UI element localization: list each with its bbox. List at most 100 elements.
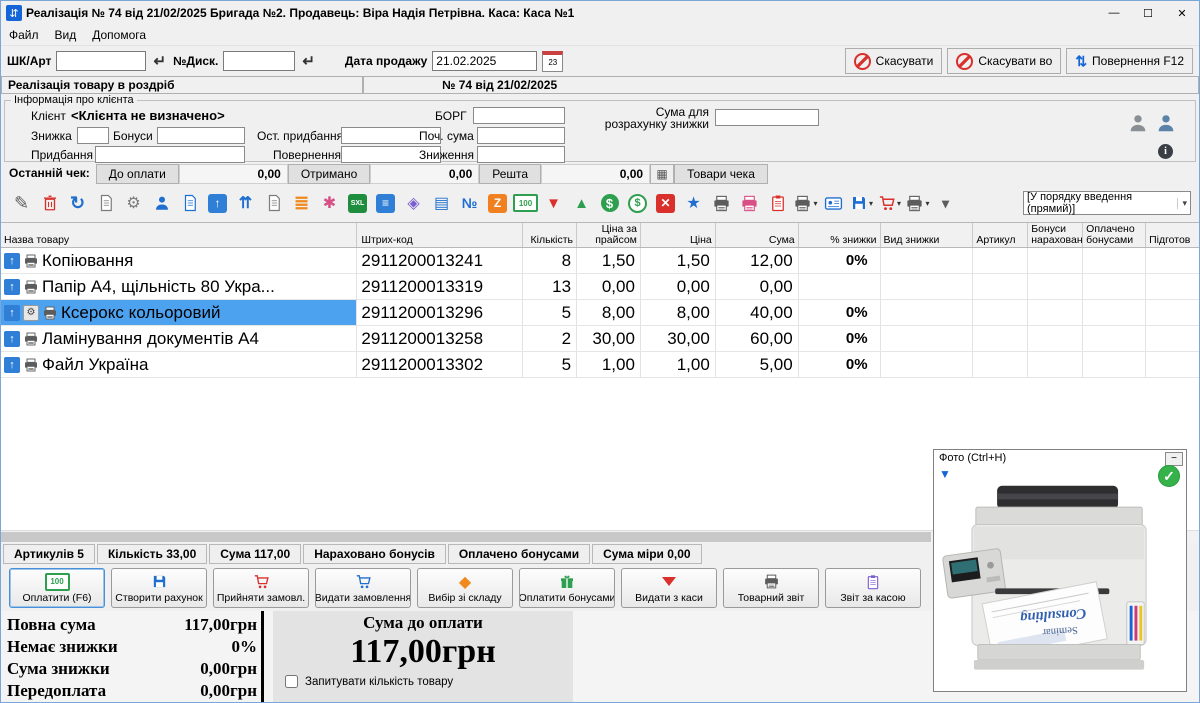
item-name: Ксерокс кольоровий (61, 303, 221, 323)
close-button[interactable]: ✕ (1165, 1, 1199, 25)
icon-toolbar: ✎ ↻ ⚙ ↑ ⇈ ≣ ✱ SXL ≡ ◈ ▤ № Z 100 ▼ ▲ $ $ … (1, 184, 1199, 222)
journal-icon[interactable] (93, 191, 118, 216)
sort-arrows-icon[interactable]: ⇈ (233, 191, 258, 216)
return-f12-button[interactable]: ⇅ Повернення F12 (1066, 48, 1193, 74)
discount-field[interactable] (77, 127, 109, 144)
list-icon[interactable]: ≡ (373, 191, 398, 216)
item-barcode: 2911200013241 (357, 248, 523, 273)
last-check-bar: Останній чек: До оплати 0,00 Отримано 0,… (1, 164, 1199, 184)
col-bonus-accrued: Бонуси нараховані (1028, 223, 1083, 247)
print-icon[interactable] (709, 191, 734, 216)
photo-download-icon[interactable]: ▼ (939, 467, 951, 481)
settings-icon[interactable]: ⚙ (121, 191, 146, 216)
excel-export-icon[interactable]: SXL (345, 191, 370, 216)
upload-icon[interactable]: ↑ (205, 191, 230, 216)
summary-divider (261, 611, 264, 702)
cash-register-report-button[interactable]: Звіт за касою (825, 568, 921, 608)
pick-from-stock-button[interactable]: ◆ Вибір зі складу (417, 568, 513, 608)
status-quantity: Кількість 33,00 (97, 544, 207, 564)
minimize-button[interactable]: — (1097, 1, 1131, 25)
sort-order-select[interactable]: [У порядку введення (прямий)] (1023, 191, 1191, 215)
col-qty: Кількість (523, 223, 577, 247)
pay-bonuses-button[interactable]: Оплатити бонусами (519, 568, 615, 608)
menu-view[interactable]: Вид (47, 26, 85, 44)
maximize-button[interactable]: ☐ (1131, 1, 1165, 25)
create-invoice-button[interactable]: Створити рахунок (111, 568, 207, 608)
bonus-field[interactable] (157, 127, 245, 144)
subheader: Реалізація товару в роздріб № 74 від 21/… (1, 76, 1199, 94)
save-menu-icon[interactable] (849, 191, 874, 216)
cart-red-icon (253, 573, 270, 590)
debt-label: БОРГ (435, 109, 467, 123)
col-price: Ціна (641, 223, 716, 247)
item-barcode: 2911200013319 (357, 274, 523, 299)
menu-file[interactable]: Файл (1, 26, 47, 44)
client-male-icon[interactable] (1127, 112, 1149, 134)
ask-quantity-checkbox[interactable] (285, 675, 298, 688)
status-sum: Сума 117,00 (209, 544, 301, 564)
goods-report-button[interactable]: Товарний звіт (723, 568, 819, 608)
issue-order-button[interactable]: Видати замовлення (315, 568, 411, 608)
cart-menu-icon[interactable] (877, 191, 902, 216)
reduction-field[interactable] (477, 146, 565, 163)
z-report-icon[interactable]: Z (485, 191, 510, 216)
cancel-return-button[interactable]: Скасувати во (947, 48, 1061, 74)
item-name: Ламінування документів А4 (42, 329, 259, 349)
new-document-icon[interactable] (177, 191, 202, 216)
report-document-icon[interactable] (261, 191, 286, 216)
table-row[interactable]: ↑ Файл Україна 2911200013302 5 1,00 1,00… (1, 352, 1199, 378)
scrollbar-thumb[interactable] (1, 532, 931, 542)
last-check-label: Останній чек: (1, 164, 96, 184)
table-row[interactable]: ↑ Копіювання 2911200013241 8 1,50 1,50 1… (1, 248, 1199, 274)
discount-card-input[interactable] (223, 51, 295, 71)
dollar-icon[interactable]: $ (597, 191, 622, 216)
documents-icon[interactable]: ▤ (429, 191, 454, 216)
client-card-icon[interactable] (821, 191, 846, 216)
table-row[interactable]: ↑ Папір А4, щільність 80 Укра... 2911200… (1, 274, 1199, 300)
refresh-icon[interactable]: ↻ (65, 191, 90, 216)
accept-order-button[interactable]: Прийняти замовл. (213, 568, 309, 608)
photo-minimize-button[interactable]: − (1165, 452, 1183, 466)
calendar-icon[interactable]: 23 (542, 51, 563, 72)
info-icon[interactable]: i (1158, 144, 1173, 159)
sku-input[interactable] (56, 51, 146, 71)
more-menu-icon[interactable]: ▾ (933, 191, 958, 216)
layers-icon[interactable]: ≣ (289, 191, 314, 216)
cash-in-icon[interactable]: ▲ (569, 191, 594, 216)
row-printer-icon (23, 279, 39, 295)
full-sum-label: Повна сума (7, 614, 96, 636)
print-menu-icon[interactable] (793, 191, 818, 216)
banknote-icon[interactable]: 100 (513, 191, 538, 216)
cancel-x-icon[interactable]: ✕ (653, 191, 678, 216)
cancel-button[interactable]: Скасувати (845, 48, 943, 74)
delete-icon[interactable] (37, 191, 62, 216)
cash-out-icon[interactable]: ▼ (541, 191, 566, 216)
table-header: Назва товару Штрих-код Кількість Ціна за… (1, 222, 1199, 248)
print-report-menu-icon[interactable] (905, 191, 930, 216)
doc-star-icon[interactable]: ★ (681, 191, 706, 216)
client-female-icon[interactable] (1155, 112, 1177, 134)
sale-date-input[interactable] (432, 51, 537, 71)
print-label-icon[interactable] (737, 191, 762, 216)
discount-calc-field[interactable] (715, 109, 819, 126)
number-icon[interactable]: № (457, 191, 482, 216)
cash-withdraw-button[interactable]: Видати з каси (621, 568, 717, 608)
client-icon[interactable] (149, 191, 174, 216)
tasks-icon[interactable] (765, 191, 790, 216)
enter-icon: ↵ (153, 52, 166, 70)
start-sum-field[interactable] (477, 127, 565, 144)
table-row-selected[interactable]: ↑ ⚙ Ксерокс кольоровий 2911200013296 5 8… (1, 300, 1199, 326)
debt-field[interactable] (473, 107, 565, 124)
purchases-field[interactable] (95, 146, 245, 163)
dollar-outline-icon[interactable]: $ (625, 191, 650, 216)
edit-icon[interactable]: ✎ (9, 191, 34, 216)
table-row[interactable]: ↑ Ламінування документів А4 291120001325… (1, 326, 1199, 352)
menu-bar: Файл Вид Допомога (1, 25, 1199, 46)
item-name: Файл Україна (42, 355, 148, 375)
menu-help[interactable]: Допомога (84, 26, 154, 44)
pay-button[interactable]: 100 Оплатити (F6) (9, 568, 105, 608)
star-burst-icon[interactable]: ✱ (317, 191, 342, 216)
tags-icon[interactable]: ◈ (401, 191, 426, 216)
received-label: Отримано (288, 164, 370, 184)
check-items-button[interactable]: Товари чека (674, 164, 768, 184)
